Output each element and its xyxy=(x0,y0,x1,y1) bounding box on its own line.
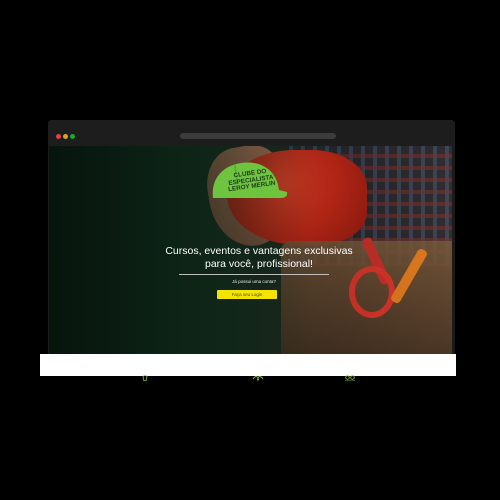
minimize-window-icon[interactable] xyxy=(63,134,68,139)
browser-window: CLUBE DO ESPECIALISTA LEROY MERLIN Curso… xyxy=(48,120,455,356)
lightbulb-icon xyxy=(139,368,151,381)
address-bar[interactable] xyxy=(180,133,336,139)
maximize-window-icon[interactable] xyxy=(70,134,75,139)
hero-headline: Cursos, eventos e vantagens exclusivas p… xyxy=(129,245,389,271)
clube-do-especialista-logo[interactable]: CLUBE DO ESPECIALISTA LEROY MERLIN xyxy=(207,158,289,206)
login-button[interactable]: Faça seu Login xyxy=(217,290,277,299)
handshake-icon xyxy=(252,368,264,381)
headline-line-1: Cursos, eventos e vantagens exclusivas xyxy=(165,245,353,257)
hero-banner: CLUBE DO ESPECIALISTA LEROY MERLIN Curso… xyxy=(49,146,452,354)
browser-titlebar xyxy=(48,120,455,146)
headline-line-2: para você, profissional! xyxy=(205,258,313,270)
headline-divider xyxy=(179,274,329,275)
features-strip xyxy=(40,354,456,382)
account-prompt: Já possui uma conta? xyxy=(232,279,276,284)
close-window-icon[interactable] xyxy=(56,134,61,139)
people-icon xyxy=(344,368,356,382)
